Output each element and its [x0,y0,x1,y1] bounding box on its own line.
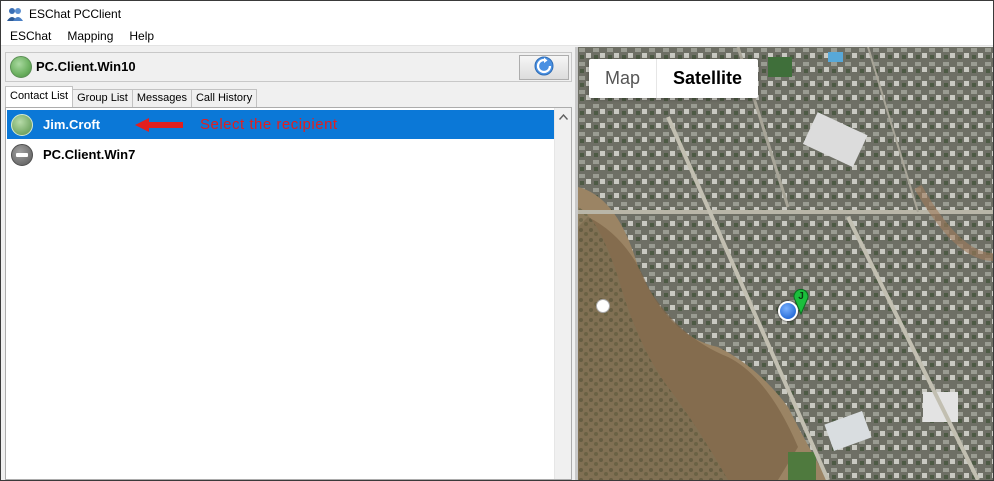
contact-list: Jim.Croft Select the recipient PC.Client… [5,107,572,480]
scroll-up-arrow-icon[interactable] [555,108,571,125]
user-status-bar: PC.Client.Win10 [5,52,572,82]
map-type-map-button[interactable]: Map [589,59,656,98]
app-window: ESChat PCClient ESChat Mapping Help PC.C… [0,0,994,481]
window-title: ESChat PCClient [29,7,122,21]
title-bar: ESChat PCClient [1,1,993,27]
menu-mapping[interactable]: Mapping [58,29,120,43]
vertical-scrollbar[interactable] [554,108,571,479]
refresh-icon [534,56,554,79]
contact-name: PC.Client.Win7 [43,147,136,162]
tab-group-list[interactable]: Group List [72,89,133,107]
location-dot-icon [596,299,610,313]
pin-label: J [798,291,804,302]
menu-help[interactable]: Help [120,29,161,43]
current-user-name: PC.Client.Win10 [36,59,136,74]
online-status-icon [11,113,33,136]
menu-bar: ESChat Mapping Help [1,27,993,46]
contacts-pane: PC.Client.Win10 Contact List Group List … [1,47,575,480]
app-users-icon [7,6,23,22]
tab-contact-list[interactable]: Contact List [5,86,74,107]
map-type-satellite-button[interactable]: Satellite [656,59,758,98]
annotation-arrow-icon [135,118,183,135]
map-type-control: Map Satellite [589,59,759,98]
annotation-label: Select the recipient [200,116,338,133]
tab-messages[interactable]: Messages [131,89,192,107]
map-view[interactable]: Map Satellite J [578,47,993,480]
tab-call-history[interactable]: Call History [190,89,258,107]
tab-strip: Contact List Group List Messages Call Hi… [5,86,258,107]
unavailable-status-icon [11,143,33,166]
refresh-button[interactable] [519,55,569,80]
contact-location-pin-icon[interactable]: J [792,287,810,318]
online-status-icon[interactable] [10,56,32,78]
contact-row-jim-croft[interactable]: Jim.Croft Select the recipient [7,110,555,139]
menu-eschat[interactable]: ESChat [1,29,58,43]
contact-row-pc-client-win7[interactable]: PC.Client.Win7 [7,140,555,169]
satellite-imagery [578,47,993,480]
contact-name: Jim.Croft [43,117,101,132]
